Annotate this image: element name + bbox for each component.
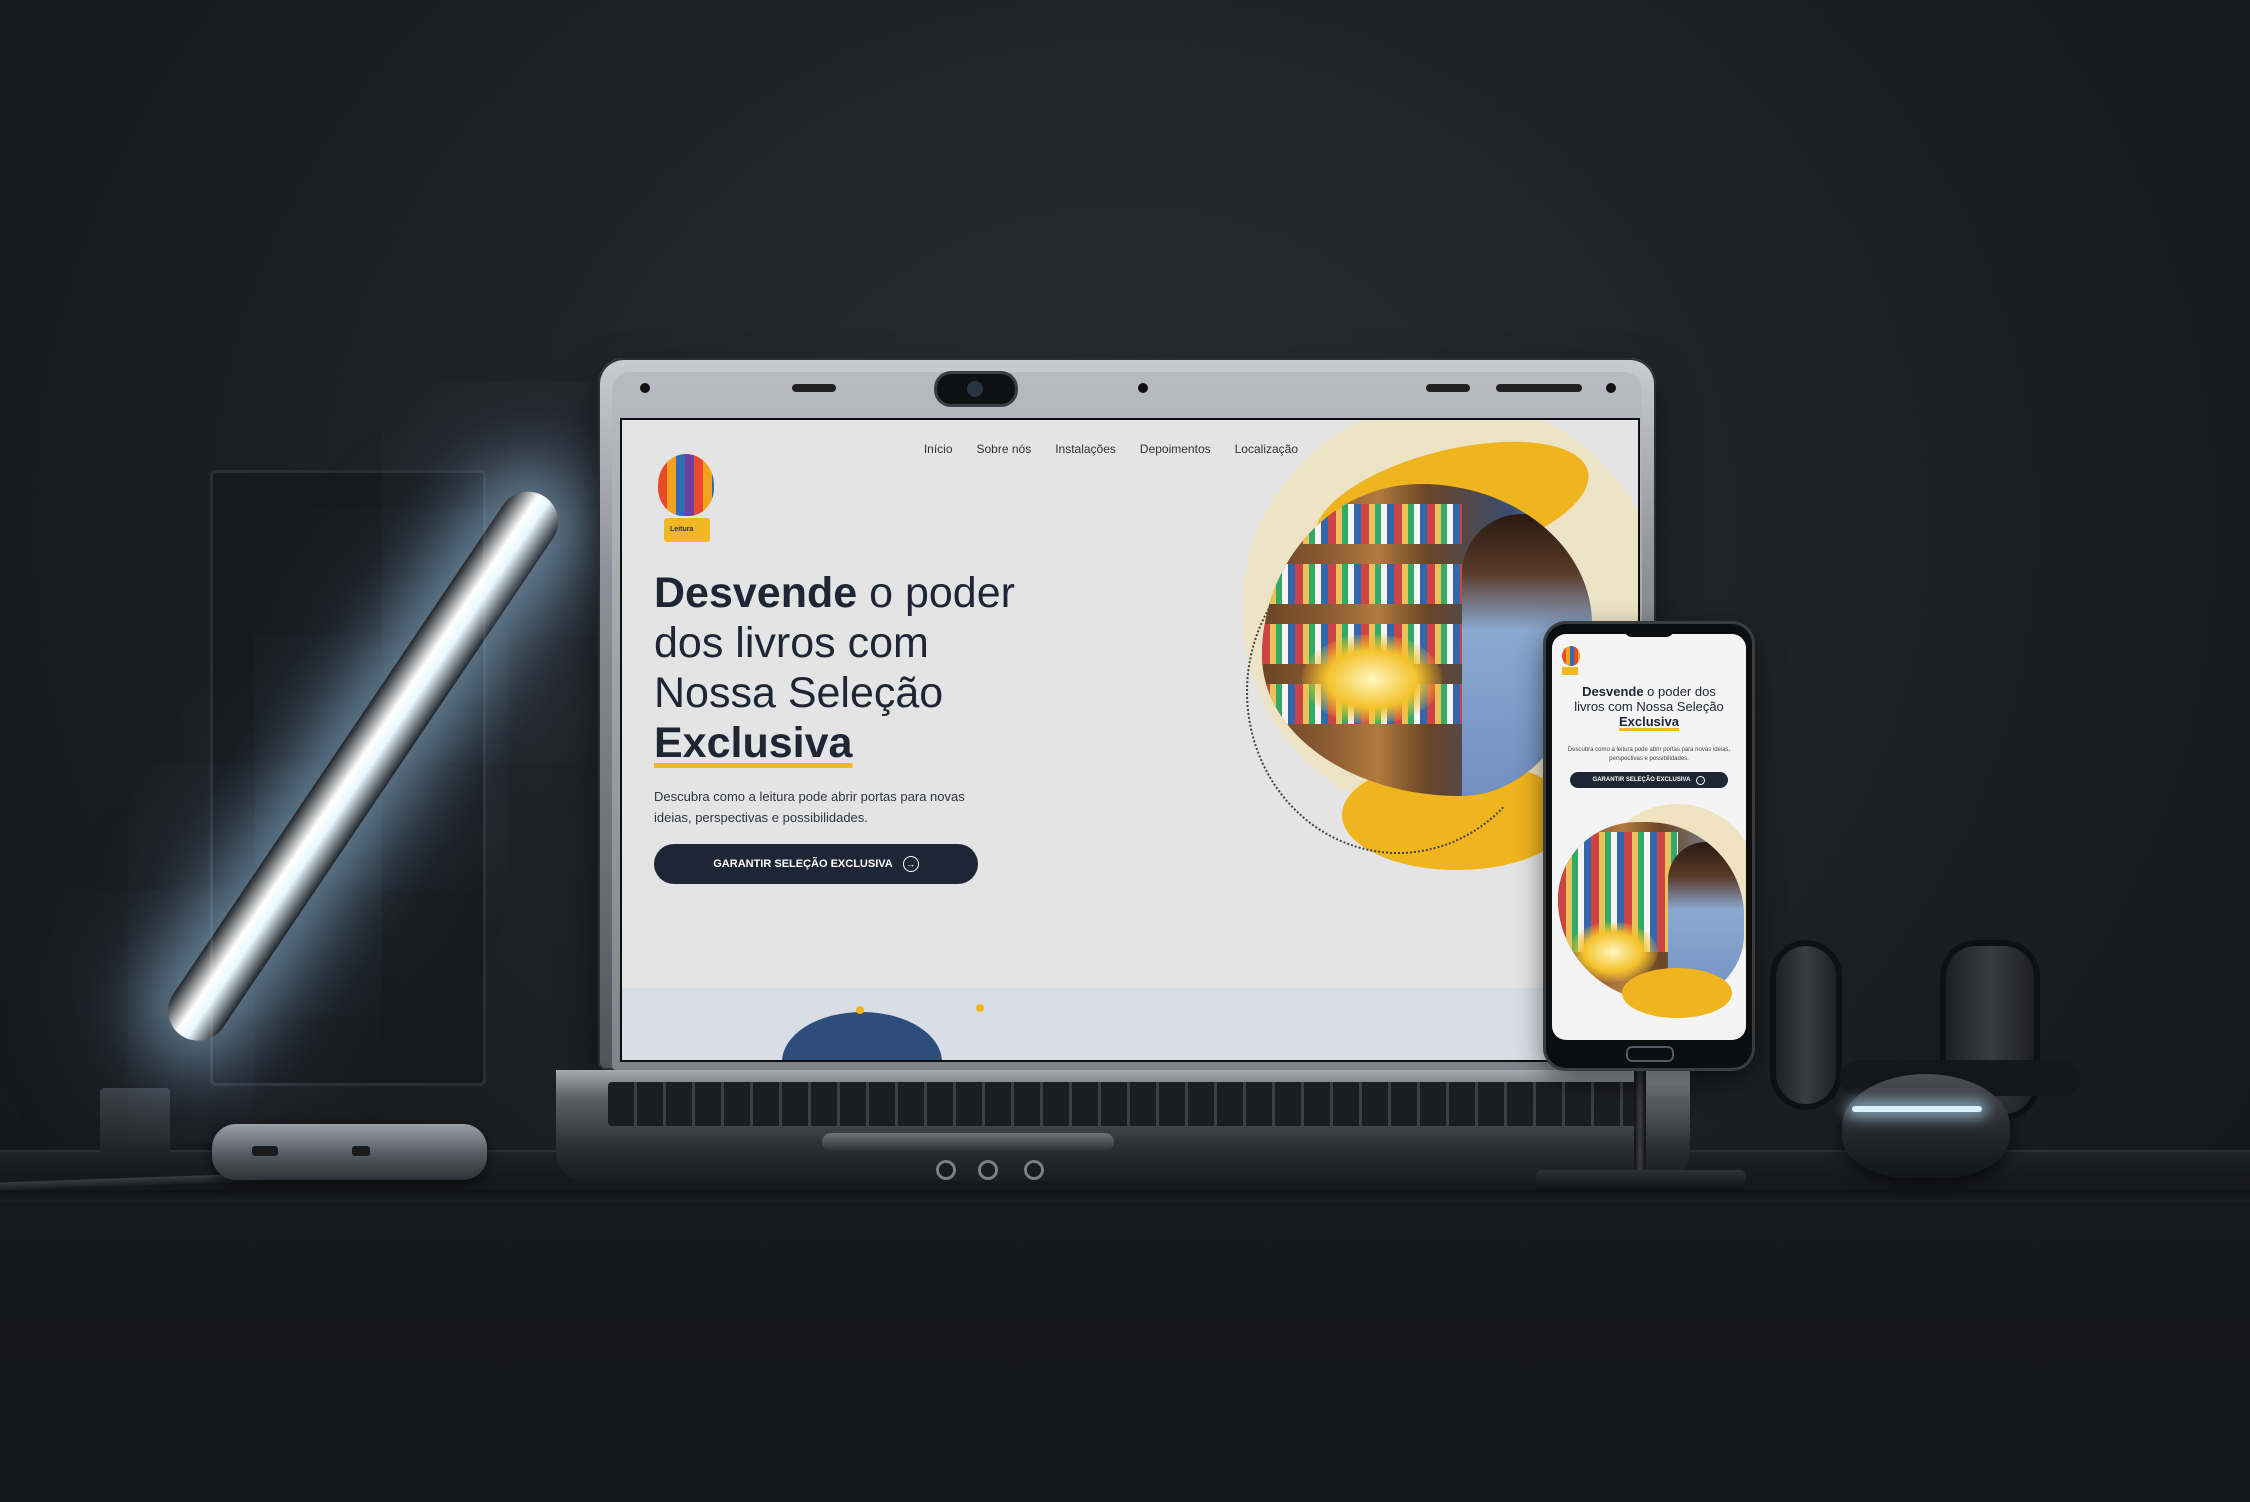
laptop-button <box>978 1160 998 1180</box>
headline-line2: dos livros com <box>654 619 929 667</box>
cta-label: GARANTIR SELEÇÃO EXCLUSIVA <box>713 858 893 870</box>
laptop-trackpad <box>822 1133 1114 1151</box>
book-icon <box>1562 667 1578 675</box>
nav-item-sobre[interactable]: Sobre nós <box>977 442 1032 456</box>
nav-item-instalacoes[interactable]: Instalações <box>1055 442 1116 456</box>
phone-screen: Desvende o poder dos livros com Nossa Se… <box>1552 634 1746 1040</box>
hero-image-reading-boy <box>1262 484 1592 796</box>
hot-air-balloon-icon <box>658 454 714 516</box>
lid-speaker-slot <box>1426 384 1470 392</box>
headphone-cup-left <box>1770 940 1842 1110</box>
phone-hero-headline: Desvende o poder dos livros com Nossa Se… <box>1562 684 1736 729</box>
site-logo[interactable]: Leitura <box>658 454 714 550</box>
power-bank <box>212 1124 487 1180</box>
headline-bold-start: Desvende <box>654 569 858 617</box>
logo-text: Leitura <box>670 526 694 533</box>
laptop-button <box>936 1160 956 1180</box>
phone-headline-bold-end: Exclusiva <box>1619 714 1679 729</box>
lid-screw <box>640 383 650 393</box>
laptop-button <box>1024 1160 1044 1180</box>
phone-stand-base <box>1536 1170 1746 1192</box>
phone-headline-line2: livros com Nossa Seleção <box>1574 699 1724 714</box>
phone-home-button[interactable] <box>1626 1046 1674 1062</box>
mouse-light-strip <box>1852 1106 1982 1112</box>
usb-port <box>252 1146 278 1156</box>
headline-line3: Nossa Seleção <box>654 669 944 717</box>
laptop-screen: Início Sobre nós Instalações Depoimentos… <box>620 418 1640 1062</box>
main-nav: Início Sobre nós Instalações Depoimentos… <box>924 442 1298 456</box>
headline-bold-end: Exclusiva <box>654 719 853 767</box>
hot-air-balloon-icon <box>1562 646 1580 666</box>
book-icon: Leitura <box>664 518 710 542</box>
arrow-right-circle-icon: → <box>902 856 919 872</box>
lid-vent <box>1496 384 1582 392</box>
lid-sensor <box>1138 383 1148 393</box>
shelf-surface <box>0 1150 2250 1502</box>
phone-stand-pole <box>1634 1068 1646 1176</box>
book-glow <box>1302 634 1442 724</box>
nav-item-localizacao[interactable]: Localização <box>1235 442 1298 456</box>
phone-hero-subtext: Descubra como a leitura pode abrir porta… <box>1567 747 1731 762</box>
lid-screw <box>1606 383 1616 393</box>
phone-cta-label: GARANTIR SELEÇÃO EXCLUSIVA <box>1592 777 1691 783</box>
shelf-edge <box>0 1190 2250 1202</box>
phone-notch <box>1624 627 1674 637</box>
usb-c-port <box>352 1146 370 1156</box>
webcam <box>937 374 1015 404</box>
phone-cta-button[interactable]: GARANTIR SELEÇÃO EXCLUSIVA → <box>1570 772 1728 788</box>
nav-item-inicio[interactable]: Início <box>924 442 953 456</box>
lamp-base <box>100 1088 170 1158</box>
phone-headline-line1-rest: o poder dos <box>1643 684 1716 699</box>
next-section-band <box>622 988 1638 1060</box>
nav-item-depoimentos[interactable]: Depoimentos <box>1140 442 1211 456</box>
hero-subtext: Descubra como a leitura pode abrir porta… <box>654 789 965 825</box>
decor-dot <box>856 1006 864 1014</box>
lid-speaker-slot <box>792 384 836 392</box>
headline-line1-rest: o poder <box>857 569 1015 617</box>
hero-headline: Desvende o poder dos livros com Nossa Se… <box>654 568 1054 768</box>
arrow-right-circle-icon: → <box>1696 775 1706 785</box>
phone-site-logo[interactable] <box>1562 646 1580 676</box>
computer-mouse <box>1842 1074 2010 1178</box>
decor-dot <box>976 1004 984 1012</box>
phone-hero-yellow-blob <box>1622 968 1732 1018</box>
cta-button[interactable]: GARANTIR SELEÇÃO EXCLUSIVA → <box>654 844 978 884</box>
laptop-keyboard <box>608 1082 1644 1126</box>
phone-headline-bold-start: Desvende <box>1582 684 1644 699</box>
